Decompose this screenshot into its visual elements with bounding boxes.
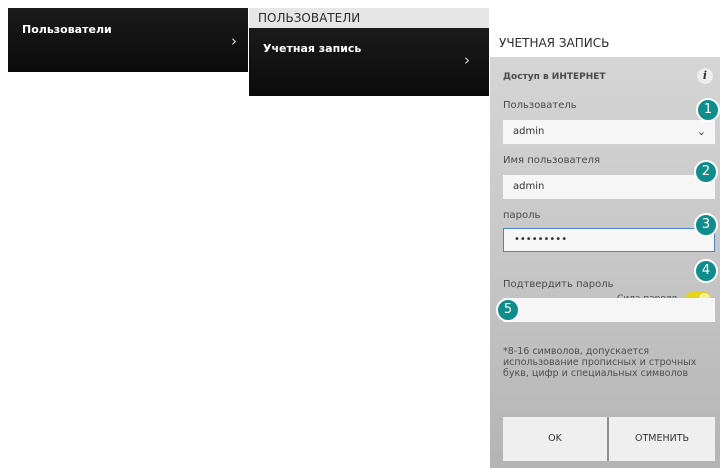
chevron-down-icon: ⌄ — [696, 125, 706, 138]
username-value: admin — [513, 181, 545, 192]
section-header-users: ПОЛЬЗОВАТЕЛИ — [249, 8, 489, 28]
button-row: OK ОТМЕНИТЬ — [503, 417, 715, 461]
password-field[interactable]: ••••••••• — [503, 228, 715, 252]
user-select-value: admin — [513, 126, 545, 137]
cancel-button[interactable]: ОТМЕНИТЬ — [609, 417, 715, 461]
internet-access-title: Доступ в ИНТЕРНЕТ — [503, 72, 606, 82]
ok-button[interactable]: OK — [503, 417, 607, 461]
callout-badge-1: 1 — [696, 98, 720, 122]
username-label: Имя пользователя — [503, 155, 601, 166]
password-label: пароль — [503, 210, 541, 221]
password-value: ••••••••• — [514, 234, 568, 245]
user-select[interactable]: admin ⌄ — [503, 120, 715, 144]
password-hint: *8-16 символов, допускается использовани… — [503, 346, 697, 379]
info-icon[interactable]: i — [697, 68, 713, 84]
confirm-password-field[interactable] — [503, 298, 715, 322]
callout-badge-5: 5 — [496, 298, 520, 322]
menu-item-users-label: Пользователи — [22, 23, 112, 36]
menu-item-users[interactable]: Пользователи › — [8, 8, 248, 72]
callout-badge-2: 2 — [694, 160, 718, 184]
username-field[interactable]: admin — [503, 175, 715, 199]
panel-title: УЧЕТНАЯ ЗАПИСЬ — [490, 30, 720, 57]
menu-item-account-label: Учетная запись — [263, 42, 362, 55]
account-panel: УЧЕТНАЯ ЗАПИСЬ Доступ в ИНТЕРНЕТ i Польз… — [490, 30, 720, 468]
user-label: Пользователь — [503, 100, 577, 111]
chevron-right-icon: › — [464, 51, 470, 69]
menu-item-account[interactable]: Учетная запись › — [249, 28, 489, 96]
chevron-right-icon: › — [231, 32, 237, 50]
confirm-password-label: Подтвердить пароль — [503, 279, 614, 290]
callout-badge-3: 3 — [694, 213, 718, 237]
callout-badge-4: 4 — [694, 259, 718, 283]
